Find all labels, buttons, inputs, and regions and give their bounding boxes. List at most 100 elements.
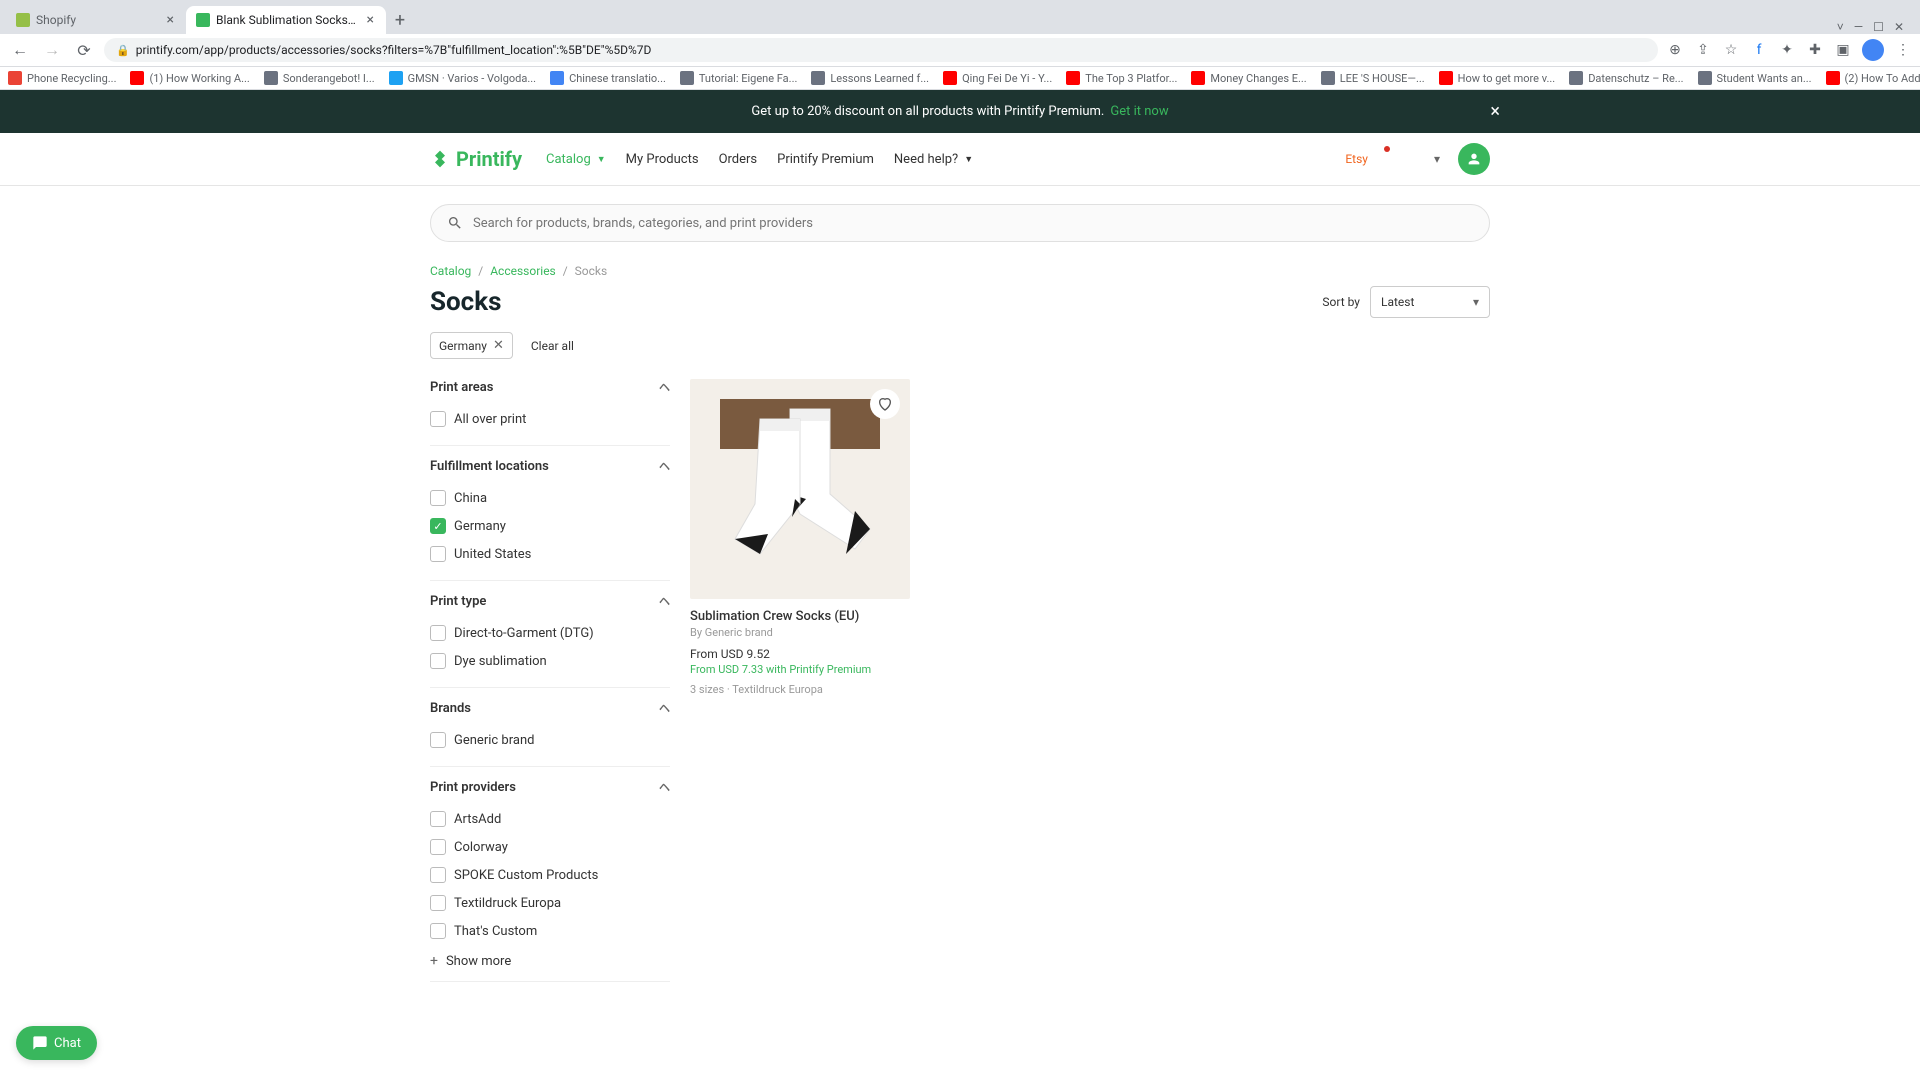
url-bar[interactable]: 🔒 printify.com/app/products/accessories/… xyxy=(104,38,1658,62)
favorite-button[interactable] xyxy=(870,389,900,419)
clear-all-button[interactable]: Clear all xyxy=(523,334,582,358)
filter-option-china[interactable]: China xyxy=(430,484,670,512)
filter-option[interactable]: Textildruck Europa xyxy=(430,889,670,917)
browser-tab-shopify[interactable]: Shopify × xyxy=(6,6,186,34)
filter-option[interactable]: That's Custom xyxy=(430,917,670,945)
nav-premium[interactable]: Printify Premium xyxy=(777,152,874,167)
search-input[interactable] xyxy=(473,216,1473,231)
minimize-icon[interactable]: — xyxy=(1854,20,1863,34)
breadcrumb-accessories[interactable]: Accessories xyxy=(490,264,556,278)
nav-help[interactable]: Need help?▼ xyxy=(894,152,973,167)
star-icon[interactable]: ☆ xyxy=(1722,41,1740,59)
reload-button[interactable]: ⟳ xyxy=(72,38,96,62)
option-label: SPOKE Custom Products xyxy=(454,868,598,883)
filter-option[interactable]: SPOKE Custom Products xyxy=(430,861,670,889)
maximize-icon[interactable]: ☐ xyxy=(1873,20,1884,34)
bookmark-item[interactable]: Money Changes E... xyxy=(1191,71,1306,85)
back-button[interactable]: ← xyxy=(8,38,32,62)
logo[interactable]: Printify xyxy=(430,147,522,171)
product-card[interactable]: Sublimation Crew Socks (EU) By Generic b… xyxy=(690,379,910,696)
search-icon xyxy=(447,215,463,231)
tab-title: Blank Sublimation Socks - pri xyxy=(216,13,359,27)
chevron-down-icon[interactable]: ˅ xyxy=(1837,20,1844,34)
bookmarks-bar: Phone Recycling... (1) How Working A... … xyxy=(0,67,1920,90)
remove-icon[interactable]: ✕ xyxy=(493,338,504,353)
facebook-icon[interactable]: f xyxy=(1750,41,1768,59)
option-label: That's Custom xyxy=(454,924,537,939)
filter-group-brands: Brands ヘ Generic brand xyxy=(430,688,670,767)
filter-header[interactable]: Fulfillment locations ヘ xyxy=(430,458,670,474)
extension-icon[interactable]: ✦ xyxy=(1778,41,1796,59)
bookmark-favicon-icon xyxy=(389,71,403,85)
filter-title: Print providers xyxy=(430,780,516,795)
bookmark-item[interactable]: (2) How To Add A... xyxy=(1826,71,1920,85)
option-label: China xyxy=(454,491,487,506)
store-selector[interactable]: Etsy ▾ xyxy=(1337,148,1448,170)
bookmark-item[interactable]: Lessons Learned f... xyxy=(811,71,929,85)
bookmark-item[interactable]: Sonderangebot! I... xyxy=(264,71,375,85)
bookmark-item[interactable]: LEE 'S HOUSE—... xyxy=(1321,71,1425,85)
search-bar[interactable] xyxy=(430,204,1490,242)
show-more-button[interactable]: + Show more xyxy=(430,945,670,969)
checkbox-icon xyxy=(430,490,446,506)
bookmark-item[interactable]: The Top 3 Platfor... xyxy=(1066,71,1177,85)
option-label: Colorway xyxy=(454,840,508,855)
puzzle-icon[interactable]: ✚ xyxy=(1806,41,1824,59)
nav-my-products[interactable]: My Products xyxy=(626,152,699,167)
nav-catalog[interactable]: Catalog▼ xyxy=(546,152,606,167)
filter-header[interactable]: Print areas ヘ xyxy=(430,379,670,395)
close-icon[interactable]: × xyxy=(1490,101,1500,122)
filter-group-print-areas: Print areas ヘ All over print xyxy=(430,379,670,446)
bookmark-item[interactable]: Phone Recycling... xyxy=(8,71,116,85)
translate-icon[interactable]: ⊕ xyxy=(1666,41,1684,59)
filter-header[interactable]: Brands ヘ xyxy=(430,700,670,716)
filter-option[interactable]: Generic brand xyxy=(430,726,670,754)
bookmark-item[interactable]: Qing Fei De Yi - Y... xyxy=(943,71,1052,85)
cast-icon[interactable]: ▣ xyxy=(1834,41,1852,59)
menu-icon[interactable]: ⋮ xyxy=(1894,41,1912,59)
profile-avatar-icon[interactable] xyxy=(1862,39,1884,61)
bookmark-favicon-icon xyxy=(264,71,278,85)
close-icon[interactable]: × xyxy=(365,12,376,28)
promo-cta-link[interactable]: Get it now xyxy=(1110,104,1168,119)
breadcrumb-catalog[interactable]: Catalog xyxy=(430,264,471,278)
close-icon[interactable]: × xyxy=(165,12,176,28)
bookmark-item[interactable]: Chinese translatio... xyxy=(550,71,666,85)
bookmark-item[interactable]: GMSN · Varios - Volgoda... xyxy=(389,71,536,85)
filter-title: Brands xyxy=(430,701,471,716)
bookmark-item[interactable]: Tutorial: Eigene Fa... xyxy=(680,71,798,85)
bookmark-label: (2) How To Add A... xyxy=(1845,72,1920,85)
filter-option[interactable]: Direct-to-Garment (DTG) xyxy=(430,619,670,647)
option-label: ArtsAdd xyxy=(454,812,501,827)
nav-links: Catalog▼ My Products Orders Printify Pre… xyxy=(546,152,973,167)
filter-option[interactable]: ArtsAdd xyxy=(430,805,670,833)
bookmark-item[interactable]: (1) How Working A... xyxy=(130,71,249,85)
profile-button[interactable] xyxy=(1458,143,1490,175)
close-window-icon[interactable]: ✕ xyxy=(1894,20,1904,34)
filter-option[interactable]: Dye sublimation xyxy=(430,647,670,675)
sort-dropdown[interactable]: Latest xyxy=(1370,286,1490,318)
filter-option[interactable]: All over print xyxy=(430,405,670,433)
bookmark-item[interactable]: How to get more v... xyxy=(1439,71,1556,85)
chevron-down-icon: ▼ xyxy=(964,154,973,165)
chevron-down-icon: ▾ xyxy=(1434,152,1440,166)
lock-icon: 🔒 xyxy=(116,44,130,57)
forward-button[interactable]: → xyxy=(40,38,64,62)
filter-chip-germany[interactable]: Germany ✕ xyxy=(430,332,513,359)
site-header: Printify Catalog▼ My Products Orders Pri… xyxy=(0,133,1920,186)
share-icon[interactable]: ⇪ xyxy=(1694,41,1712,59)
filter-header[interactable]: Print type ヘ xyxy=(430,593,670,609)
chat-label: Chat xyxy=(54,1036,81,1051)
chat-button[interactable]: Chat xyxy=(16,1026,97,1060)
browser-tab-printify[interactable]: Blank Sublimation Socks - pri × xyxy=(186,6,386,34)
filter-option-us[interactable]: United States xyxy=(430,540,670,568)
nav-orders[interactable]: Orders xyxy=(719,152,758,167)
new-tab-button[interactable]: + xyxy=(386,6,414,34)
filter-option[interactable]: Colorway xyxy=(430,833,670,861)
checkbox-icon xyxy=(430,546,446,562)
bookmark-item[interactable]: Student Wants an... xyxy=(1698,71,1812,85)
filter-header[interactable]: Print providers ヘ xyxy=(430,779,670,795)
brand-name: Printify xyxy=(456,147,522,171)
filter-option-germany[interactable]: ✓ Germany xyxy=(430,512,670,540)
bookmark-item[interactable]: Datenschutz – Re... xyxy=(1569,71,1683,85)
